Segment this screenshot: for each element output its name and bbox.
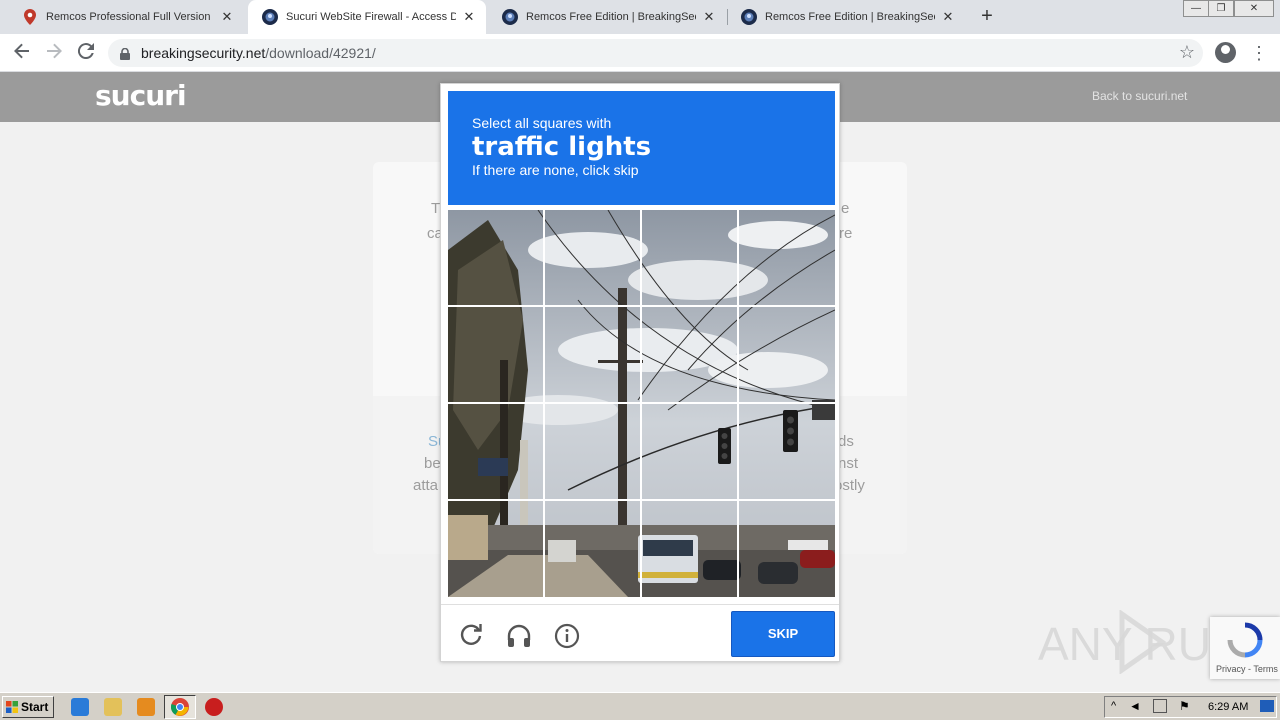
reload-challenge-icon[interactable] <box>458 623 484 649</box>
skip-button[interactable]: SKIP <box>731 611 835 657</box>
grid-tile-4-2[interactable] <box>545 501 640 596</box>
url-host: breakingsecurity.net <box>141 45 266 61</box>
tab-close-icon[interactable]: ✕ <box>941 9 955 25</box>
grid-tile-2-2[interactable] <box>545 307 640 402</box>
tab-close-icon[interactable]: ✕ <box>220 9 234 25</box>
card-text-fragment: e <box>841 200 850 217</box>
grid-tile-3-3[interactable] <box>642 404 737 499</box>
tab-close-icon[interactable]: ✕ <box>702 9 716 25</box>
windows-taskbar: Start ^ ◄ ⚑ 6:29 AM <box>0 692 1280 720</box>
tab-title: Sucuri WebSite Firewall - Access Denied <box>286 11 456 23</box>
reload-icon[interactable] <box>74 41 98 65</box>
site-favicon-icon <box>262 9 278 25</box>
profile-avatar-icon[interactable] <box>1215 42 1236 63</box>
start-label: Start <box>21 700 49 714</box>
site-favicon-icon <box>502 9 518 25</box>
volume-icon[interactable]: ◄ <box>1129 699 1141 713</box>
grid-tile-4-4[interactable] <box>739 501 834 596</box>
tab-title: Remcos Free Edition | BreakingSecurity <box>526 11 696 23</box>
map-pin-favicon-icon <box>22 9 38 25</box>
back-to-sucuri-link[interactable]: Back to sucuri.net <box>1092 89 1187 103</box>
sucuri-logo: sucuri <box>95 79 187 112</box>
window-close-icon[interactable]: ✕ <box>1234 0 1274 17</box>
card-text-fragment: T <box>431 200 441 217</box>
menu-kebab-icon[interactable]: ⋮ <box>1250 42 1268 64</box>
restore-icon[interactable]: ❐ <box>1208 0 1234 17</box>
browser-toolbar: breakingsecurity.net/download/42921/ ☆ ⋮ <box>0 34 1280 72</box>
anyrun-watermark: ANY RUN <box>1038 609 1244 675</box>
recaptcha-challenge: Select all squares with traffic lights I… <box>440 83 840 662</box>
grid-tile-1-2[interactable] <box>545 210 640 305</box>
grid-tile-4-1[interactable] <box>448 501 543 596</box>
recaptcha-logo-icon <box>1227 622 1263 658</box>
tab-remcos-free-1[interactable]: Remcos Free Edition | BreakingSecurity ✕ <box>488 0 726 34</box>
tab-title: Remcos Free Edition | BreakingSecurity <box>765 11 935 23</box>
image-grid <box>448 210 835 597</box>
tab-close-icon[interactable]: ✕ <box>462 9 476 25</box>
tray-expand-icon[interactable]: ^ <box>1111 700 1116 712</box>
bookmark-star-icon[interactable]: ☆ <box>1179 42 1195 63</box>
card-text-fragment: ds <box>838 433 854 450</box>
minimize-icon[interactable]: — <box>1183 0 1209 17</box>
media-player-icon[interactable] <box>137 698 155 716</box>
challenge-instruction: Select all squares with <box>472 115 612 131</box>
address-bar[interactable]: breakingsecurity.net/download/42921/ ☆ <box>108 39 1203 67</box>
grid-tile-1-1[interactable] <box>448 210 543 305</box>
challenge-target: traffic lights <box>472 132 652 162</box>
internet-explorer-icon[interactable] <box>71 698 89 716</box>
chrome-icon <box>171 698 189 716</box>
challenge-hint: If there are none, click skip <box>472 162 639 178</box>
tab-strip: Remcos Professional Full Version Downloa… <box>0 0 1280 34</box>
system-tray: ^ ◄ ⚑ <box>1104 696 1277 718</box>
show-desktop-icon[interactable] <box>1260 700 1274 712</box>
card-text-fragment: be <box>424 455 441 472</box>
grid-tile-3-2[interactable] <box>545 404 640 499</box>
site-favicon-icon <box>741 9 757 25</box>
audio-challenge-headphones-icon[interactable] <box>506 623 532 649</box>
network-icon[interactable] <box>1153 699 1167 713</box>
flag-icon[interactable]: ⚑ <box>1179 699 1190 713</box>
grid-tile-1-4[interactable] <box>739 210 834 305</box>
grid-tile-1-3[interactable] <box>642 210 737 305</box>
stop-sign-icon[interactable] <box>205 698 223 716</box>
grid-tile-2-1[interactable] <box>448 307 543 402</box>
card-text-fragment: re <box>839 225 853 242</box>
card-text-fragment: atta <box>413 477 439 494</box>
grid-tile-2-4[interactable] <box>739 307 834 402</box>
chrome-taskbar-button[interactable] <box>164 695 196 719</box>
taskbar-clock: 6:29 AM <box>1208 701 1249 713</box>
grid-tile-3-1[interactable] <box>448 404 543 499</box>
tab-remcos-free-2[interactable]: Remcos Free Edition | BreakingSecurity ✕ <box>727 0 965 34</box>
lock-icon <box>120 47 130 65</box>
folder-icon[interactable] <box>104 698 122 716</box>
tab-title: Remcos Professional Full Version Downloa… <box>46 11 214 23</box>
forward-arrow-icon[interactable] <box>42 41 66 65</box>
tab-remcos-pro[interactable]: Remcos Professional Full Version Downloa… <box>8 0 244 34</box>
new-tab-plus-icon[interactable]: + <box>976 5 998 27</box>
back-arrow-icon[interactable] <box>10 41 34 65</box>
privacy-terms-link[interactable]: Privacy - Terms <box>1216 664 1278 674</box>
url-text: breakingsecurity.net/download/42921/ <box>141 45 376 61</box>
windows-logo-icon <box>6 701 18 713</box>
url-path: /download/42921/ <box>265 45 376 61</box>
card-text-fragment: nst <box>838 455 859 472</box>
grid-tile-2-3[interactable] <box>642 307 737 402</box>
challenge-header: Select all squares with traffic lights I… <box>448 91 835 205</box>
challenge-divider <box>441 604 839 605</box>
start-button[interactable]: Start <box>2 696 54 718</box>
help-info-icon[interactable] <box>554 623 580 649</box>
tab-sucuri-firewall[interactable]: Sucuri WebSite Firewall - Access Denied … <box>248 0 486 34</box>
grid-tile-4-3[interactable] <box>642 501 737 596</box>
recaptcha-badge[interactable]: Privacy - Terms <box>1210 617 1280 679</box>
grid-tile-3-4[interactable] <box>739 404 834 499</box>
